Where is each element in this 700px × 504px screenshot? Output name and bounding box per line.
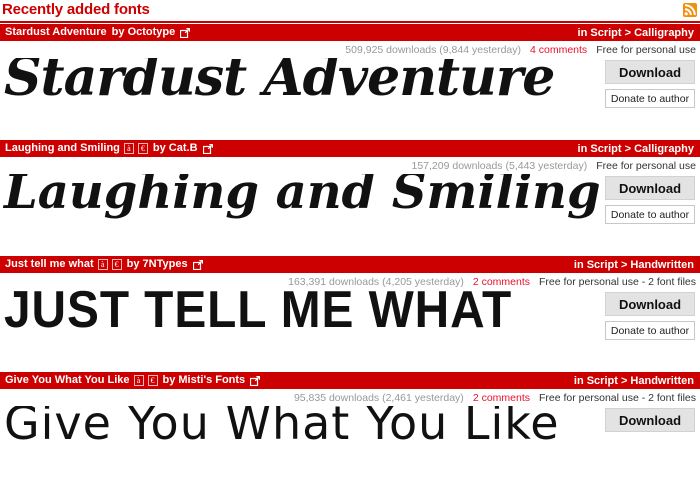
donate-to-author-button[interactable]: Donate to author xyxy=(605,321,695,340)
font-card-body: Laughing and Smiling Download Donate to au… xyxy=(0,174,700,256)
download-count: 157,209 downloads (5,443 yesterday) xyxy=(411,160,588,172)
font-category-link[interactable]: in Script > Handwritten xyxy=(574,375,696,387)
font-action-buttons: Download Donate to author xyxy=(605,60,695,108)
external-link-icon[interactable] xyxy=(250,375,261,386)
font-card-body: Stardust Adventure Download Donate to auth… xyxy=(0,58,700,140)
rss-feed-icon[interactable] xyxy=(683,3,697,17)
font-card: Just tell me what à € by 7NTypes in Script >… xyxy=(0,256,700,372)
license-label: Free for personal use xyxy=(596,44,696,56)
font-preview-text[interactable]: JUST TELL ME WHAT xyxy=(4,290,512,336)
font-card-header: Just tell me what à € by 7NTypes in Script >… xyxy=(0,256,700,273)
font-preview-text[interactable]: Give You What You Like xyxy=(4,406,560,446)
font-name-link[interactable]: Laughing and Smiling xyxy=(5,143,120,154)
font-card-header: Laughing and Smiling à € by Cat.B in Script … xyxy=(0,140,700,157)
external-link-icon[interactable] xyxy=(202,143,213,154)
font-preview-text[interactable]: Stardust Adventure xyxy=(4,58,555,104)
charset-badge[interactable]: à xyxy=(97,259,108,270)
font-card-list: Stardust Adventure by Octotype in Script >… xyxy=(0,24,700,488)
font-meta-row: 157,209 downloads (5,443 yesterday) Free … xyxy=(0,157,700,174)
font-name-link[interactable]: Give You What You Like xyxy=(5,375,130,386)
font-card-header: Give You What You Like à € by Misti's Fonts… xyxy=(0,372,700,389)
download-count: 163,391 downloads (4,205 yesterday) xyxy=(288,276,464,288)
header-divider xyxy=(0,21,700,23)
charset-badge[interactable]: € xyxy=(111,259,122,270)
page-title: Recently added fonts xyxy=(2,1,150,18)
font-card-title-group: Just tell me what à € by 7NTypes xyxy=(5,259,203,270)
font-card-title-group: Laughing and Smiling à € by Cat.B xyxy=(5,143,213,154)
font-card-title-group: Stardust Adventure by Octotype xyxy=(5,27,191,38)
font-listing-page: Recently added fonts Stardust Adventure b… xyxy=(0,0,700,504)
font-category-link[interactable]: in Script > Handwritten xyxy=(574,259,696,271)
donate-to-author-button[interactable]: Donate to author xyxy=(605,205,695,224)
font-author-link[interactable]: by Cat.B xyxy=(153,143,198,154)
font-author-link[interactable]: by Misti's Fonts xyxy=(163,375,246,386)
license-label: Free for personal use xyxy=(596,160,696,172)
charset-badge[interactable]: à xyxy=(123,143,134,154)
font-action-buttons: Download xyxy=(605,408,695,432)
download-button[interactable]: Download xyxy=(605,408,695,432)
font-name-link[interactable]: Just tell me what xyxy=(5,259,94,270)
comments-link[interactable]: 2 comments xyxy=(473,276,530,288)
font-card-body: Give You What You Like Download xyxy=(0,406,700,488)
font-author-link[interactable]: by Octotype xyxy=(112,27,176,38)
font-meta-row: 95,835 downloads (2,461 yesterday) 2 comm… xyxy=(0,389,700,406)
download-button[interactable]: Download xyxy=(605,176,695,200)
font-action-buttons: Download Donate to author xyxy=(605,176,695,224)
page-header: Recently added fonts xyxy=(0,0,700,24)
download-button[interactable]: Download xyxy=(605,60,695,84)
charset-badge[interactable]: à xyxy=(133,375,144,386)
font-name-link[interactable]: Stardust Adventure xyxy=(5,27,107,38)
font-author-link[interactable]: by 7NTypes xyxy=(127,259,188,270)
font-preview-text[interactable]: Laughing and Smiling xyxy=(4,174,601,216)
download-count: 95,835 downloads (2,461 yesterday) xyxy=(293,392,464,404)
comments-link[interactable]: 4 comments xyxy=(530,44,587,56)
font-card-title-group: Give You What You Like à € by Misti's Fonts xyxy=(5,375,261,386)
license-label: Free for personal use - 2 font files xyxy=(539,392,696,404)
font-card-body: JUST TELL ME WHAT Download Donate to autho… xyxy=(0,290,700,372)
license-label: Free for personal use - 2 font files xyxy=(539,276,696,288)
font-card: Laughing and Smiling à € by Cat.B in Script … xyxy=(0,140,700,256)
charset-badge[interactable]: € xyxy=(137,143,148,154)
download-button[interactable]: Download xyxy=(605,292,695,316)
donate-to-author-button[interactable]: Donate to author xyxy=(605,89,695,108)
comments-link[interactable]: 2 comments xyxy=(473,392,530,404)
charset-badge[interactable]: € xyxy=(147,375,158,386)
external-link-icon[interactable] xyxy=(192,259,203,270)
external-link-icon[interactable] xyxy=(180,27,191,38)
font-category-link[interactable]: in Script > Calligraphy xyxy=(578,143,696,155)
font-action-buttons: Download Donate to author xyxy=(605,292,695,340)
font-meta-row: 163,391 downloads (4,205 yesterday) 2 com… xyxy=(0,273,700,290)
font-card: Give You What You Like à € by Misti's Fonts… xyxy=(0,372,700,488)
download-count: 509,925 downloads (9,844 yesterday) xyxy=(345,44,521,56)
font-category-link[interactable]: in Script > Calligraphy xyxy=(578,27,696,39)
font-card: Stardust Adventure by Octotype in Script >… xyxy=(0,24,700,140)
font-card-header: Stardust Adventure by Octotype in Script >… xyxy=(0,24,700,41)
font-meta-row: 509,925 downloads (9,844 yesterday) 4 com… xyxy=(0,41,700,58)
